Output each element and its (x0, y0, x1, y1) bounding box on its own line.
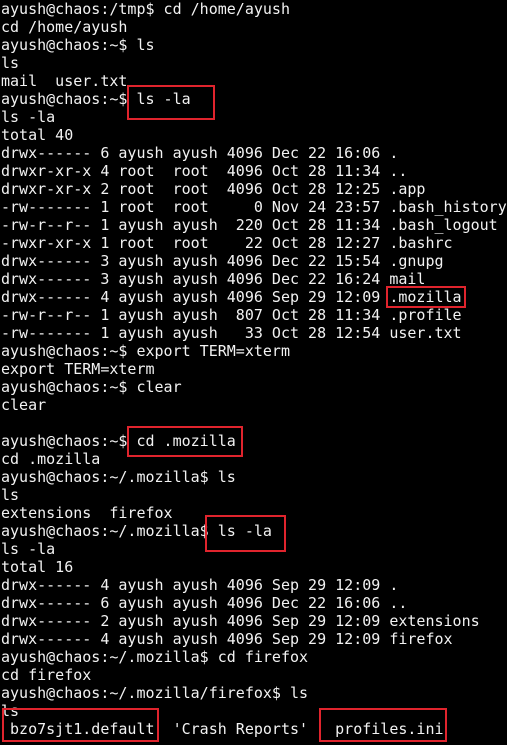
terminal-line: drwx------ 6 ayush ayush 4096 Dec 22 16:… (1, 144, 399, 162)
terminal-line: -rw-r--r-- 1 ayush ayush 807 Oct 28 11:3… (1, 306, 462, 324)
terminal-line: ayush@chaos:~/.mozilla$ cd firefox (1, 648, 309, 666)
terminal-line: -rw------- 1 root root 0 Nov 24 23:57 .b… (1, 198, 507, 216)
terminal-line: drwx------ 4 ayush ayush 4096 Sep 29 12:… (1, 630, 453, 648)
terminal-line: drwxr-xr-x 4 root root 4096 Oct 28 11:34… (1, 162, 408, 180)
terminal-line: ayush@chaos:~$ ls (1, 36, 155, 54)
terminal-line: ayush@chaos:~$ clear (1, 378, 182, 396)
terminal-line: drwxr-xr-x 2 root root 4096 Oct 28 12:25… (1, 180, 426, 198)
terminal-line: ayush@chaos:/tmp$ cd /home/ayush (1, 0, 290, 18)
terminal-line: cd .mozilla (1, 450, 101, 468)
terminal-line: drwx------ 4 ayush ayush 4096 Sep 29 12:… (1, 288, 462, 306)
terminal-line: ls (1, 486, 20, 504)
terminal-line: ayush@chaos:~$ cd .mozilla (1, 432, 236, 450)
terminal-line: total 16 (1, 558, 74, 576)
terminal-line: drwx------ 4 ayush ayush 4096 Sep 29 12:… (1, 576, 399, 594)
terminal-line: ayush@chaos:~/.mozilla/firefox$ ls (1, 684, 309, 702)
terminal-line: mail user.txt (1, 72, 128, 90)
terminal-line: -rw------- 1 ayush ayush 33 Oct 28 12:54… (1, 324, 462, 342)
terminal-line: ls (1, 54, 20, 72)
terminal-line: clear (1, 396, 47, 414)
terminal-line: ls -la (1, 540, 56, 558)
terminal-line: drwx------ 6 ayush ayush 4096 Dec 22 16:… (1, 594, 408, 612)
terminal-line: cd /home/ayush (1, 18, 128, 36)
terminal-line: extensions firefox (1, 504, 173, 522)
terminal-line: -rwxr-xr-x 1 root root 22 Oct 28 12:27 .… (1, 234, 453, 252)
terminal-window[interactable]: ayush@chaos:/tmp$ cd /home/ayush cd /home… (0, 0, 507, 745)
terminal-line: -rw-r--r-- 1 ayush ayush 220 Oct 28 11:3… (1, 216, 498, 234)
terminal-line: ayush@chaos:~/.mozilla$ ls (1, 468, 236, 486)
terminal-line: drwx------ 3 ayush ayush 4096 Dec 22 15:… (1, 252, 444, 270)
terminal-line: ayush@chaos:~$ ls -la (1, 90, 191, 108)
terminal-line: ls (1, 702, 20, 720)
terminal-line: export TERM=xterm (1, 360, 155, 378)
terminal-line: ls -la (1, 108, 56, 126)
terminal-line: total 40 (1, 126, 74, 144)
terminal-line: bzo7sjt1.default 'Crash Reports' profile… (1, 720, 444, 738)
terminal-line: cd firefox (1, 666, 92, 684)
terminal-line: ayush@chaos:~/.mozilla$ ls -la (1, 522, 272, 540)
terminal-line: drwx------ 2 ayush ayush 4096 Sep 29 12:… (1, 612, 480, 630)
terminal-line: ayush@chaos:~$ export TERM=xterm (1, 342, 290, 360)
terminal-line: drwx------ 3 ayush ayush 4096 Dec 22 16:… (1, 270, 426, 288)
